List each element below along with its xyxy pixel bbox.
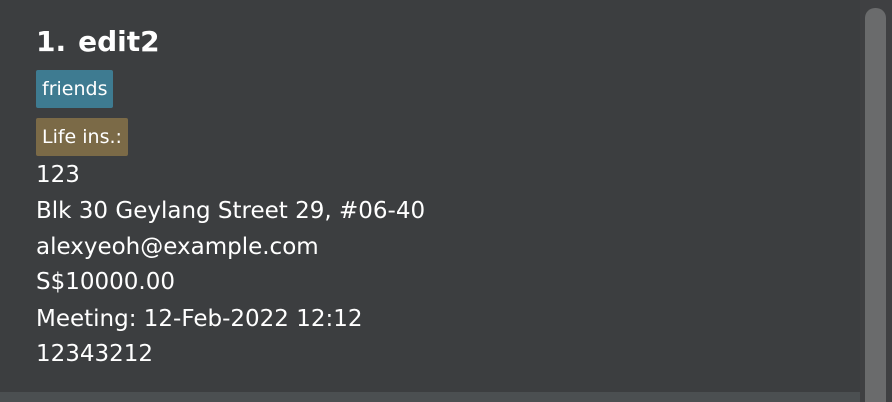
person-email: alexyeoh@example.com xyxy=(36,234,319,260)
person-meeting: Meeting: 12-Feb-2022 12:12 xyxy=(36,306,363,332)
person-list[interactable]: 1. edit2 friends Life ins.: 123 Blk 30 Ge… xyxy=(0,0,860,402)
person-index: 1. xyxy=(36,25,67,58)
scrollbar-thumb[interactable] xyxy=(865,8,886,402)
next-card-edge[interactable] xyxy=(0,392,860,402)
tag-friends: friends xyxy=(36,70,114,108)
person-address: Blk 30 Geylang Street 29, #06-40 xyxy=(36,198,426,224)
insurance-label: Life ins.: xyxy=(36,118,128,156)
person-amount: S$10000.00 xyxy=(36,269,175,295)
person-card[interactable]: 1. edit2 friends Life ins.: 123 Blk 30 Ge… xyxy=(0,0,860,392)
person-name-row: 1. edit2 xyxy=(36,22,160,62)
person-name: edit2 xyxy=(78,25,160,58)
person-policy-number: 12343212 xyxy=(36,341,154,367)
person-phone: 123 xyxy=(36,162,80,188)
person-list-panel: 1. edit2 friends Life ins.: 123 Blk 30 Ge… xyxy=(0,0,892,402)
